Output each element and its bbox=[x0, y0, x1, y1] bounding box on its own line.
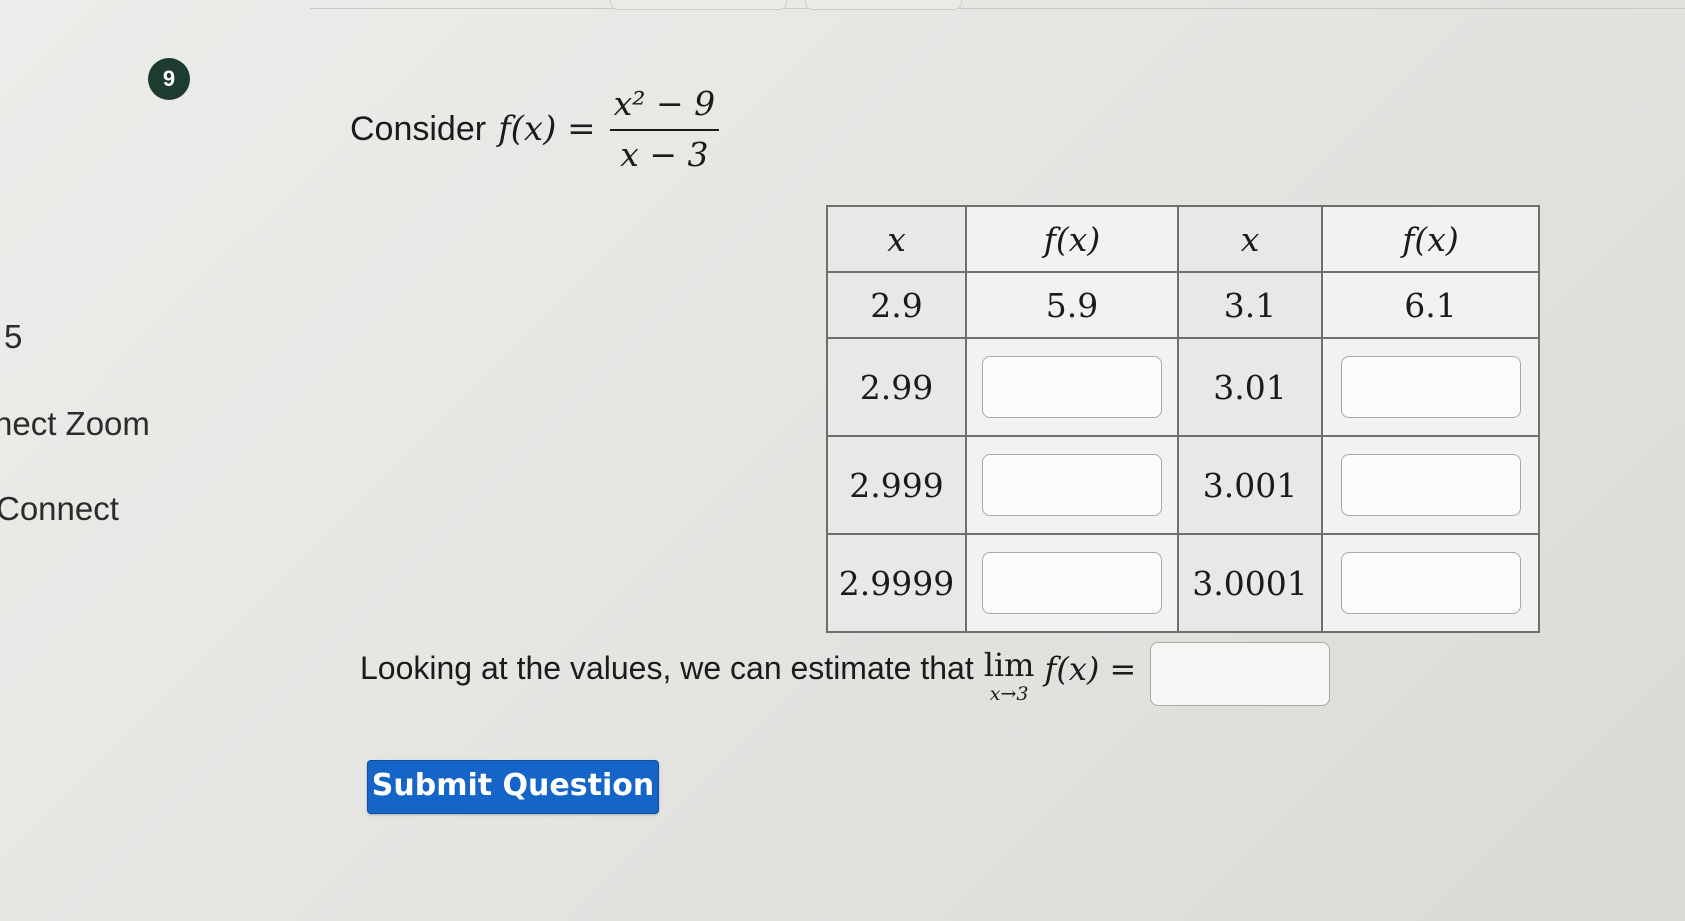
fx-answer-input[interactable] bbox=[982, 454, 1162, 516]
prompt-text: Consider bbox=[350, 109, 487, 148]
cell-fx-right-input bbox=[1321, 337, 1540, 437]
table-row: 2.9 5.9 3.1 6.1 bbox=[826, 271, 1540, 339]
fraction-denominator: x − 3 bbox=[620, 135, 709, 174]
cell-fx-left: 5.9 bbox=[965, 271, 1179, 339]
fraction-numerator: x² − 9 bbox=[609, 84, 720, 131]
cell-x-left: 2.9 bbox=[826, 271, 967, 339]
table-row: 2.999 3.001 bbox=[826, 435, 1540, 535]
cell-x-right: 3.0001 bbox=[1177, 533, 1323, 633]
cell-x-left: 2.999 bbox=[826, 435, 967, 535]
sidebar-fragment-number[interactable]: 5 bbox=[4, 318, 22, 356]
table-row: 2.9999 3.0001 bbox=[826, 533, 1540, 633]
values-table: x f(x) x f(x) 2.9 5.9 3.1 6.1 2.99 3.01 … bbox=[826, 205, 1540, 633]
table-header-row: x f(x) x f(x) bbox=[826, 205, 1540, 273]
function-lhs: f(x) = bbox=[498, 109, 596, 149]
fx-answer-input[interactable] bbox=[982, 552, 1162, 614]
fx-answer-input[interactable] bbox=[1340, 552, 1521, 614]
cell-fx-left-input bbox=[965, 435, 1179, 535]
header-x-right: x bbox=[1177, 205, 1323, 273]
header-x-left: x bbox=[826, 205, 967, 273]
cell-fx-right-input bbox=[1321, 533, 1540, 633]
cell-fx-left-input bbox=[965, 337, 1179, 437]
function-fraction: x² − 9 x − 3 bbox=[609, 84, 720, 174]
sidebar-fragment-connect[interactable]: Connect bbox=[0, 490, 119, 528]
estimate-text: Looking at the values, we can estimate t… bbox=[360, 650, 974, 686]
top-tab-1[interactable] bbox=[610, 0, 787, 10]
lim-word: lim bbox=[983, 646, 1035, 684]
top-divider bbox=[310, 8, 1685, 9]
table-row: 2.99 3.01 bbox=[826, 337, 1540, 437]
cell-x-right: 3.001 bbox=[1177, 435, 1323, 535]
fx-answer-input[interactable] bbox=[982, 356, 1162, 418]
limit-notation: lim x→3 bbox=[984, 646, 1035, 704]
limit-answer-input[interactable] bbox=[1150, 642, 1331, 706]
header-fx-left: f(x) bbox=[965, 205, 1179, 273]
top-tab-2[interactable] bbox=[805, 0, 962, 10]
submit-question-button[interactable]: Submit Question bbox=[367, 760, 659, 814]
limit-fx-equals: f(x) = bbox=[1044, 650, 1137, 688]
header-fx-right: f(x) bbox=[1321, 205, 1540, 273]
question-prompt: Consider f(x) = x² − 9 x − 3 bbox=[350, 84, 720, 174]
cell-x-right: 3.1 bbox=[1177, 271, 1323, 339]
cell-x-right: 3.01 bbox=[1177, 337, 1323, 437]
fx-answer-input[interactable] bbox=[1340, 356, 1521, 418]
cell-fx-right: 6.1 bbox=[1321, 271, 1540, 339]
cell-fx-left-input bbox=[965, 533, 1179, 633]
cell-x-left: 2.9999 bbox=[826, 533, 967, 633]
sidebar-fragment-connect-zoom[interactable]: nect Zoom bbox=[0, 405, 150, 443]
cell-x-left: 2.99 bbox=[826, 337, 967, 437]
question-number-badge: 9 bbox=[148, 58, 190, 100]
lim-subscript: x→3 bbox=[989, 683, 1029, 705]
cell-fx-right-input bbox=[1321, 435, 1540, 535]
fx-answer-input[interactable] bbox=[1340, 454, 1521, 516]
limit-estimate-row: Looking at the values, we can estimate t… bbox=[360, 642, 1331, 706]
